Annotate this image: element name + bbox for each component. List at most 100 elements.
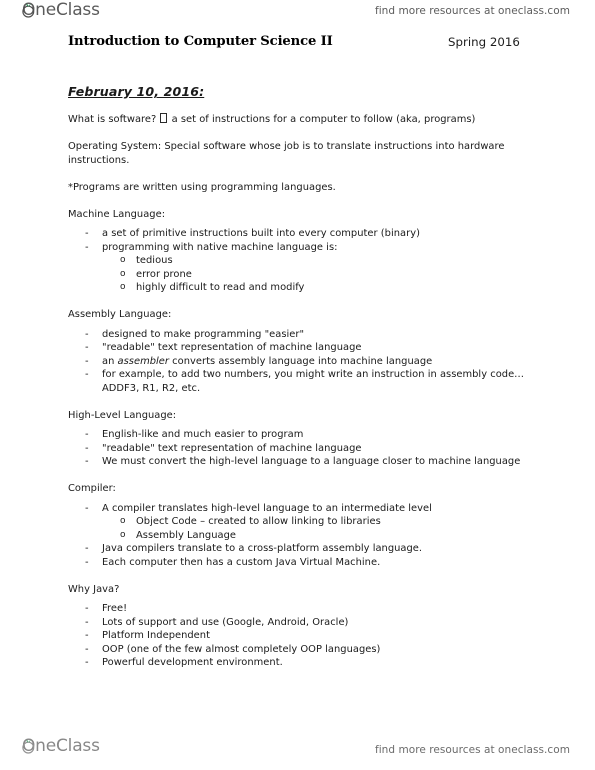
oneclass-logo-header: OneClass <box>21 2 100 19</box>
software-question-before: What is software? <box>68 114 160 125</box>
section-label: Compiler: <box>68 483 116 494</box>
header-promo-text: find more resources at oneclass.com <box>374 5 570 17</box>
circle-bullet-icon: o <box>120 268 126 279</box>
dash-bullet-icon: - <box>85 630 89 641</box>
list-item: - Powerful development environment. <box>68 656 528 670</box>
list-item-text: programming with native machine language… <box>102 241 338 253</box>
list-item-text: "readable" text representation of machin… <box>102 442 362 454</box>
sub-list-item: o tedious <box>102 254 528 268</box>
list-item: - a set of primitive instructions built i… <box>68 227 528 241</box>
section-label: Machine Language: <box>68 208 166 220</box>
sub-list-item-text: Assembly Language <box>136 529 236 541</box>
bullet-list-level-1: - designed to make programming "easier" - "… <box>68 328 528 396</box>
list-item-text: Free! <box>102 603 128 614</box>
course-title: Introduction to Computer Science II <box>68 34 333 49</box>
list-item-text-after: converts assembly language into machine … <box>169 355 433 367</box>
list-item: - designed to make programming "easier" <box>68 328 528 342</box>
dash-bullet-icon: - <box>85 556 89 568</box>
section-label: Why Java? <box>68 583 120 595</box>
dash-bullet-icon: - <box>85 429 89 440</box>
bullet-list-level-1: - a set of primitive instructions built i… <box>68 227 528 295</box>
list-item: - "readable" text representation of machi… <box>68 442 528 456</box>
list-item-text: a set of primitive instructions built in… <box>102 228 420 239</box>
sub-list-item-text: tedious <box>136 255 173 266</box>
list-item-text: OOP (one of the few almost completely OO… <box>102 643 381 655</box>
dash-bullet-icon: - <box>85 502 89 514</box>
page-footer: OneClass find more resources at oneclass… <box>0 738 595 764</box>
dash-bullet-icon: - <box>85 342 89 353</box>
circle-bullet-icon: o <box>120 516 126 526</box>
list-item-text: Powerful development environment. <box>102 657 283 668</box>
bullet-list-level-2: o Object Code – created to allow linking … <box>102 515 528 542</box>
page-header: OneClass find more resources at oneclass… <box>0 0 595 26</box>
dash-bullet-icon: - <box>85 228 89 239</box>
oneclass-sprout-icon <box>21 3 36 18</box>
list-item-text: Platform Independent <box>102 630 210 641</box>
sub-list-item: o Object Code – created to allow linking … <box>102 515 528 529</box>
list-item: - Platform Independent <box>68 629 528 643</box>
list-item: - for example, to add two numbers, you mi… <box>68 368 528 395</box>
dash-bullet-icon: - <box>85 616 89 628</box>
sub-list-item: o error prone <box>102 268 528 282</box>
list-item: - Each computer then has a custom Java Vi… <box>68 556 528 570</box>
dash-bullet-icon: - <box>85 456 89 467</box>
list-item-text-before: an <box>102 355 118 367</box>
list-item-text: designed to make programming "easier" <box>102 328 305 340</box>
list-item-text: English-like and much easier to program <box>102 429 304 440</box>
sub-list-item-text: Object Code – created to allow linking t… <box>136 516 381 527</box>
circle-bullet-icon: o <box>120 529 126 540</box>
oneclass-logo-footer: OneClass <box>21 738 100 755</box>
list-item-text: A compiler translates high-level languag… <box>102 502 432 514</box>
dash-bullet-icon: - <box>85 369 89 380</box>
section-label: Assembly Language: <box>68 309 172 320</box>
dash-bullet-icon: - <box>85 543 89 554</box>
list-item: - Java compilers translate to a cross-pla… <box>68 542 528 556</box>
dash-bullet-icon: - <box>85 241 89 253</box>
sub-list-item: o highly difficult to read and modify <box>102 281 528 295</box>
bullet-list-level-1: - English-like and much easier to program… <box>68 428 528 469</box>
circle-bullet-icon: o <box>120 255 126 265</box>
sub-list-item-text: highly difficult to read and modify <box>136 282 305 293</box>
paragraph-operating-system: Operating System: Special software whose… <box>68 141 505 166</box>
list-item-text-italic: assembler <box>117 355 170 367</box>
sub-list-item-text: error prone <box>136 268 192 280</box>
list-item: - "readable" text representation of machi… <box>68 341 528 355</box>
circle-bullet-icon: o <box>120 282 126 292</box>
dash-bullet-icon: - <box>85 657 89 668</box>
sections-container: Machine Language: - a set of primitive ins… <box>68 208 528 670</box>
paragraph-what-is-software: What is software? a set of instructions … <box>68 113 528 127</box>
bullet-list-level-1: - Free! - Lots of support and use (Google, … <box>68 602 528 670</box>
missing-character-box-icon <box>160 113 168 123</box>
term-label: Spring 2016 <box>448 35 520 49</box>
software-question-after: a set of instructions for a computer to … <box>168 114 476 125</box>
date-heading: February 10, 2016: <box>68 84 205 99</box>
list-item-text: Java compilers translate to a cross-plat… <box>102 543 423 554</box>
bullet-list-level-2: o tedious o error prone o highly difficult to… <box>102 254 528 295</box>
list-item: - Free! <box>68 602 528 616</box>
list-item-text: We must convert the high-level language … <box>102 456 521 467</box>
list-item-text: for example, to add two numbers, you mig… <box>102 369 525 394</box>
dash-bullet-icon: - <box>85 442 89 454</box>
list-item: - programming with native machine languag… <box>68 241 528 295</box>
dash-bullet-icon: - <box>85 643 89 655</box>
dash-bullet-icon: - <box>85 603 89 614</box>
list-item-text: "readable" text representation of machin… <box>102 342 362 353</box>
paragraph-programs-note: *Programs are written using programming … <box>68 181 336 193</box>
list-item: - OOP (one of the few almost completely O… <box>68 643 528 657</box>
list-item: - We must convert the high-level language… <box>68 455 528 469</box>
sub-list-item: o Assembly Language <box>102 529 528 543</box>
list-item-text: Lots of support and use (Google, Android… <box>102 616 349 628</box>
dash-bullet-icon: - <box>85 328 89 340</box>
list-item: - Lots of support and use (Google, Androi… <box>68 616 528 630</box>
list-item: - A compiler translates high-level langua… <box>68 502 528 543</box>
oneclass-sprout-icon-footer <box>21 739 36 754</box>
section-label: High-Level Language: <box>68 409 177 421</box>
list-item: - an assembler converts assembly language… <box>68 355 528 369</box>
title-row: Introduction to Computer Science II Spri… <box>0 34 595 54</box>
list-item-text: Each computer then has a custom Java Vir… <box>102 556 381 568</box>
dash-bullet-icon: - <box>85 355 89 367</box>
bullet-list-level-1: - A compiler translates high-level langua… <box>68 502 528 570</box>
document-body: February 10, 2016: What is software? a s… <box>68 84 528 683</box>
footer-promo-text: find more resources at oneclass.com <box>374 744 570 756</box>
list-item: - English-like and much easier to program <box>68 428 528 442</box>
